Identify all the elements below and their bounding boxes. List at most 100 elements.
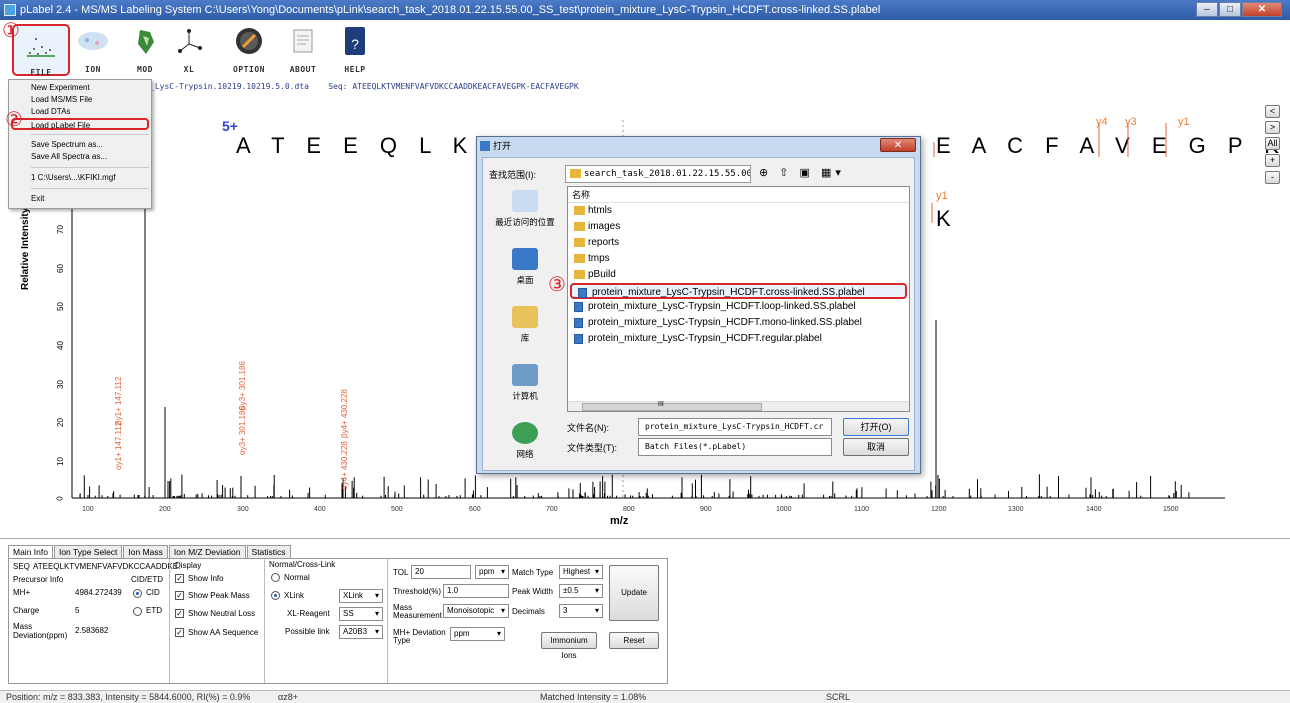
place-library[interactable]: 库 — [485, 302, 565, 360]
tol-input[interactable]: 20 — [411, 565, 471, 579]
folder-item[interactable]: htmls — [568, 203, 909, 219]
toolbar-ion-button[interactable]: ION — [70, 23, 116, 77]
cid-radio[interactable] — [133, 589, 142, 598]
xlink-select[interactable]: XLink — [339, 589, 383, 603]
scroll-thumb[interactable] — [582, 403, 762, 411]
svg-text:?: ? — [351, 36, 359, 52]
place-recent[interactable]: 最近访问的位置 — [485, 186, 565, 244]
menu-load-dtas[interactable]: Load DTAs — [9, 106, 151, 118]
toolbar-file-button[interactable]: FILE — [12, 24, 70, 77]
filetype-select[interactable]: Batch Files(*.pLabel) — [638, 438, 832, 456]
zoom-all-button[interactable]: All — [1265, 137, 1280, 150]
menu-recent-file[interactable]: 1 C:\Users\...\KFIKI.mgf — [9, 172, 151, 184]
x-tick: 1400 — [1086, 506, 1102, 513]
mh-deviation-type-label: MH+ Deviation Type — [393, 628, 446, 645]
show-info-label: Show Info — [188, 574, 224, 583]
toolbar-mod-button[interactable]: MOD — [122, 23, 168, 77]
open-button[interactable]: 打开(O) — [843, 418, 909, 436]
tab-ion-type-select[interactable]: Ion Type Select — [53, 545, 123, 558]
tab-ion-mz-deviation[interactable]: Ion M/Z Deviation — [168, 545, 246, 558]
place-label: 计算机 — [512, 391, 538, 401]
zoom-in-button[interactable]: + — [1265, 154, 1280, 167]
annotation-one: ① — [2, 18, 20, 42]
normal-radio[interactable] — [271, 573, 280, 582]
tab-statistics[interactable]: Statistics — [246, 545, 291, 558]
file-item-selected[interactable]: protein_mixture_LysC-Trypsin_HCDFT.cross… — [570, 283, 907, 299]
dialog-close-button[interactable]: ✕ — [880, 138, 916, 152]
menu-save-all-spectra[interactable]: Save All Spectra as... — [9, 151, 151, 163]
tab-ion-mass[interactable]: Ion Mass — [123, 545, 168, 558]
spectrum-file-name: _LysC-Trypsin.10219.10219.5.0.dta — [150, 82, 309, 91]
next-spectrum-button[interactable]: > — [1265, 121, 1280, 134]
possible-link-select[interactable]: A20B3 — [339, 625, 383, 639]
x-tick: 400 — [314, 506, 326, 513]
show-info-checkbox[interactable]: ✓ — [175, 574, 184, 583]
filename-input[interactable]: protein_mixture_LysC-Trypsin_HCDFT.cr — [638, 418, 832, 436]
show-aa-sequence-checkbox[interactable]: ✓ — [175, 628, 184, 637]
mass-measurement-select[interactable]: Monoisotopic — [443, 604, 509, 618]
xlink-radio[interactable] — [271, 591, 280, 600]
close-button[interactable]: ✕ — [1242, 2, 1282, 17]
immonium-ions-button[interactable]: Immonium Ions — [541, 632, 597, 660]
folder-icon — [570, 169, 581, 178]
place-network[interactable]: 网络 — [485, 418, 565, 476]
menu-load-plabel-file[interactable]: Load pLabel File — [11, 118, 149, 130]
fragment-label: βy3+ 301.186 — [238, 361, 247, 410]
file-item[interactable]: protein_mixture_LysC-Trypsin_HCDFT.mono-… — [568, 315, 909, 331]
folder-icon — [574, 238, 585, 247]
annotation-two: ② — [5, 107, 23, 131]
lookin-select[interactable]: search_task_2018.01.22.15.55.00_SS_t — [565, 165, 751, 183]
etd-radio[interactable] — [133, 607, 142, 616]
minimize-button[interactable]: – — [1196, 2, 1218, 17]
toolbar-option-button[interactable]: OPTION — [226, 23, 272, 77]
file-icon — [574, 334, 583, 344]
decimals-select[interactable]: 3 — [559, 604, 603, 618]
folder-item[interactable]: images — [568, 219, 909, 235]
column-header-name[interactable]: 名称 — [568, 187, 909, 203]
tab-main-info[interactable]: Main Info — [8, 545, 53, 558]
toolbar-about-button[interactable]: ABOUT — [280, 23, 326, 77]
place-computer[interactable]: 计算机 — [485, 360, 565, 418]
zoom-out-button[interactable]: - — [1265, 171, 1280, 184]
menu-save-spectrum[interactable]: Save Spectrum as... — [9, 139, 151, 151]
reset-button[interactable]: Reset — [609, 632, 659, 649]
lookin-value: search_task_2018.01.22.15.55.00_SS_t — [584, 169, 751, 179]
horizontal-scrollbar[interactable]: III — [568, 401, 909, 411]
y-tick-10: 10 — [55, 457, 65, 466]
toolbar-help-button[interactable]: ? HELP — [332, 23, 378, 77]
show-neutral-loss-label: Show Neutral Loss — [188, 609, 256, 618]
fragment-label: αy1+ 147.112 — [114, 421, 123, 470]
x-tick: 1500 — [1163, 506, 1179, 513]
menu-exit[interactable]: Exit — [9, 193, 151, 205]
folder-item[interactable]: reports — [568, 235, 909, 251]
menu-load-msms-file[interactable]: Load MS/MS File — [9, 94, 151, 106]
prev-spectrum-button[interactable]: < — [1265, 105, 1280, 118]
show-neutral-loss-checkbox[interactable]: ✓ — [175, 609, 184, 618]
seq-value: ATEEQLKTVMENFVAFVDKCCAADDKEACFAVEGPK-EAC… — [352, 82, 579, 91]
folder-item[interactable]: tmps — [568, 251, 909, 267]
filetype-label: 文件类型(T): — [567, 443, 617, 453]
maximize-button[interactable]: □ — [1219, 2, 1241, 17]
y-tick-20: 20 — [55, 418, 65, 427]
threshold-input[interactable]: 1.0 — [443, 584, 509, 598]
file-item[interactable]: protein_mixture_LysC-Trypsin_HCDFT.loop-… — [568, 299, 909, 315]
possible-link-label: Possible link — [285, 627, 330, 636]
dialog-nav-icons[interactable]: ⊕ ⇧ ▣ ▦▾ — [759, 166, 845, 179]
cancel-button[interactable]: 取消 — [843, 438, 909, 456]
file-menu: New Experiment Load MS/MS File Load DTAs… — [8, 79, 152, 209]
show-peak-mass-checkbox[interactable]: ✓ — [175, 591, 184, 600]
peak-width-select[interactable]: ±0.5 — [559, 584, 603, 598]
tol-unit-select[interactable]: ppm — [475, 565, 509, 579]
toolbar-xl-button[interactable]: XL — [166, 23, 212, 77]
mh-deviation-type-select[interactable]: ppm — [450, 627, 505, 641]
match-type-select[interactable]: Highest — [559, 565, 603, 579]
x-tick: 700 — [546, 506, 558, 513]
folder-icon — [574, 270, 585, 279]
file-item[interactable]: protein_mixture_LysC-Trypsin_HCDFT.regul… — [568, 331, 909, 347]
file-list[interactable]: 名称 htmls images reports tmps pBuild prot… — [567, 186, 910, 412]
fragment-label: αy4+ 430.228 — [340, 441, 349, 490]
xl-reagent-select[interactable]: SS — [339, 607, 383, 621]
update-button[interactable]: Update — [609, 565, 659, 621]
menu-new-experiment[interactable]: New Experiment — [9, 82, 151, 94]
folder-item[interactable]: pBuild — [568, 267, 909, 283]
